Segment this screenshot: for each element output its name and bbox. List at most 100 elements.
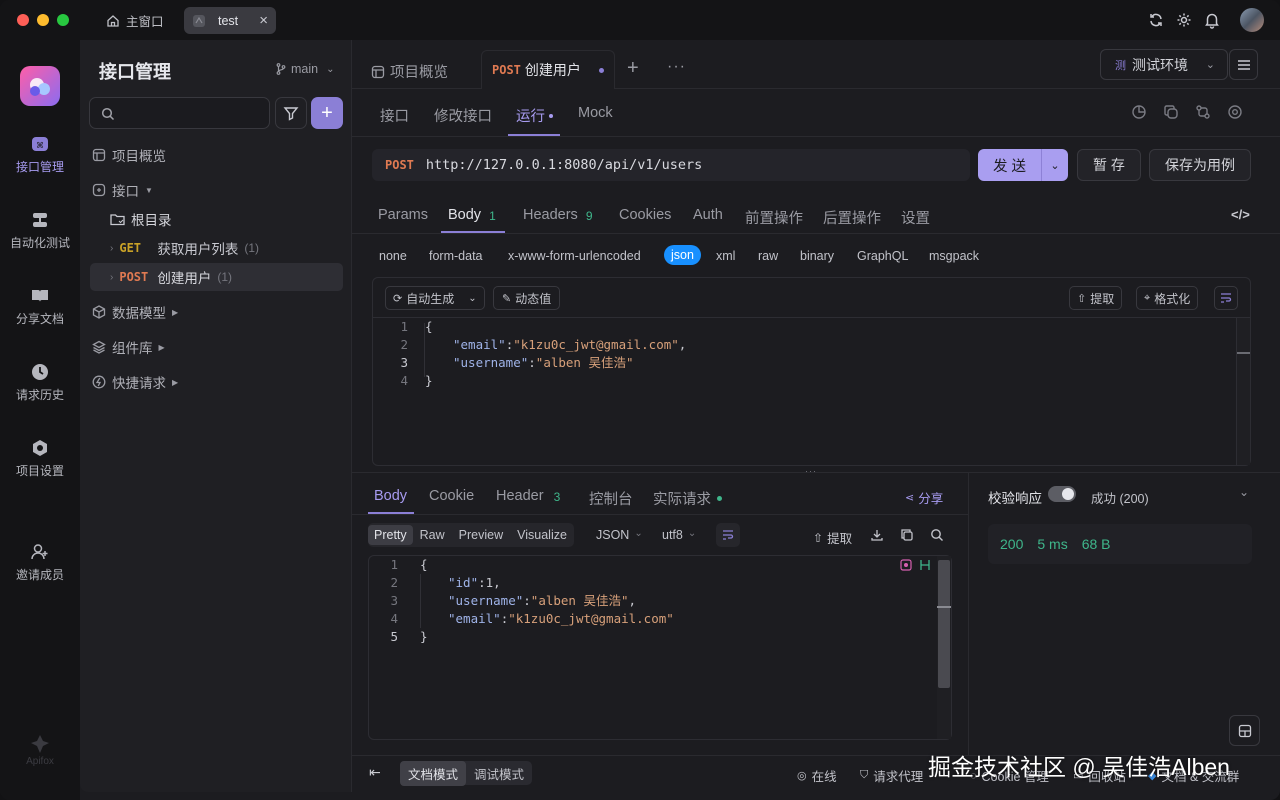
rail-item-share-docs[interactable]: 分享文档 [0,286,80,327]
response-tab-header[interactable]: Header 3 [496,488,560,504]
view-mode-pretty[interactable]: Pretty [368,525,413,545]
save-as-case-button[interactable]: 保存为用例 [1149,149,1251,181]
url-input[interactable]: http://127.0.0.1:8080/api/v1/users [426,157,702,173]
url-bar[interactable]: POST http://127.0.0.1:8080/api/v1/users [372,149,970,181]
tab-body[interactable]: Body 1 [448,207,496,223]
wrap-toggle-button[interactable] [716,523,740,547]
method-select[interactable]: POST [385,158,414,172]
search-icon[interactable] [930,528,944,542]
window-tab-home[interactable]: 主窗口 [98,7,178,34]
wrap-toggle-button[interactable] [1214,286,1238,310]
download-icon[interactable] [870,528,884,542]
code-icon[interactable]: </> [1231,207,1250,222]
tab-cookies[interactable]: Cookies [619,207,671,223]
tree-item-create-user[interactable]: › POST 创建用户 (1) [90,263,343,291]
branch-selector[interactable]: main ⌄ [276,62,334,76]
fold-icon[interactable] [919,559,931,571]
tab-params[interactable]: Params [378,207,428,223]
chevron-down-icon[interactable]: ⌄ [1239,485,1249,499]
tab-post-processors[interactable]: 后置操作 [823,207,881,228]
tab-edit-api[interactable]: 修改接口 [434,105,492,126]
bell-icon[interactable] [1203,11,1221,29]
tab-headers[interactable]: Headers 9 [523,207,593,223]
more-tabs-button[interactable]: ··· [667,58,686,76]
send-options-button[interactable]: ⌄ [1041,149,1068,181]
rail-item-invite[interactable]: 邀请成员 [0,542,80,583]
validate-toggle[interactable] [1048,486,1076,502]
tree-item-quick-request[interactable]: 快捷请求 ▶ [92,370,178,394]
body-type-xml[interactable]: xml [716,249,735,263]
close-window-button[interactable] [17,14,29,26]
view-mode-preview[interactable]: Preview [452,528,510,542]
auto-generate-button[interactable]: ⟳ 自动生成 ⌄ [385,286,485,310]
tree-item-overview[interactable]: 项目概览 [92,143,166,167]
share-button[interactable]: ⋖ 分享 [905,488,943,507]
response-extract-button[interactable]: ⇧ 提取 [813,528,852,547]
tree-item-components[interactable]: 组件库 ▶ [92,335,165,359]
send-button[interactable]: 发 送 [978,149,1041,181]
body-type-graphql[interactable]: GraphQL [857,249,908,263]
body-type-form-data[interactable]: form-data [429,249,483,263]
tab-api[interactable]: 接口 [380,105,409,126]
tab-run[interactable]: 运行 [516,105,553,126]
debug-mode-button[interactable]: 调试模式 [466,764,532,783]
new-tab-button[interactable]: + [627,57,639,80]
avatar[interactable] [1240,8,1264,32]
response-status-select[interactable]: 成功 (200) [1091,488,1149,507]
environment-selector[interactable]: 测 测试环境 ⌄ [1100,49,1228,80]
body-type-none[interactable]: none [379,249,407,263]
response-scrollbar[interactable] [937,556,951,739]
maximize-window-button[interactable] [57,14,69,26]
rail-item-history[interactable]: 请求历史 [0,362,80,403]
tree-item-models[interactable]: 数据模型 ▶ [92,300,178,324]
settings-icon[interactable] [1175,11,1193,29]
copy-icon[interactable] [900,528,914,542]
body-type-urlencoded[interactable]: x-www-form-urlencoded [508,249,641,263]
filter-button[interactable] [275,97,307,129]
editor-scrollbar[interactable] [1236,318,1250,465]
chart-icon[interactable] [1131,104,1147,120]
tab-pre-processors[interactable]: 前置操作 [745,207,803,228]
tab-mock[interactable]: Mock [578,105,613,121]
doc-mode-button[interactable]: 文档模式 [400,760,467,786]
body-type-json[interactable]: json [664,245,701,265]
search-input[interactable] [89,97,270,129]
collapse-sidebar-icon[interactable]: ⇤ [369,764,381,781]
body-type-raw[interactable]: raw [758,249,778,263]
response-tab-console[interactable]: 控制台 [589,488,633,509]
code-generate-icon[interactable] [1195,104,1211,120]
menu-button[interactable] [1229,49,1258,80]
request-proxy[interactable]: ⛉ 请求代理 [860,766,923,785]
doc-tab-overview[interactable]: 项目概览 [371,61,448,82]
response-tab-actual-request[interactable]: 实际请求 [653,488,722,509]
extract-button[interactable]: ⇧ 提取 [1069,286,1123,310]
body-type-msgpack[interactable]: msgpack [929,249,979,263]
gear-icon[interactable] [1227,104,1243,120]
splitter-handle[interactable]: ··· [805,466,817,476]
response-tab-cookie[interactable]: Cookie [429,488,474,504]
format-button[interactable]: ⌖ 格式化 [1136,286,1199,310]
tab-settings[interactable]: 设置 [901,207,930,228]
refresh-icon[interactable] [1147,11,1165,29]
tree-item-interfaces[interactable]: 接口 ▼ [92,178,153,202]
add-button[interactable]: + [311,97,343,129]
save-temp-button[interactable]: 暂 存 [1077,149,1141,181]
tab-auth[interactable]: Auth [693,207,723,223]
tree-item-root[interactable]: 根目录 [110,207,172,231]
online-status[interactable]: ◎ 在线 [797,766,837,785]
response-tab-body[interactable]: Body [374,488,407,504]
encoding-select[interactable]: utf8 ⌄ [662,528,696,542]
copy-icon[interactable] [1163,104,1179,120]
rail-item-project-settings[interactable]: 项目设置 [0,438,80,479]
body-type-binary[interactable]: binary [800,249,834,263]
rail-item-automation[interactable]: 自动化测试 [0,210,80,251]
rail-item-api-management[interactable]: ⌘ 接口管理 [0,134,80,175]
close-tab-icon[interactable]: × [259,12,268,29]
minimize-window-button[interactable] [37,14,49,26]
view-mode-visualize[interactable]: Visualize [510,528,574,542]
view-mode-raw[interactable]: Raw [413,528,452,542]
dynamic-value-button[interactable]: ✎ 动态值 [493,286,561,310]
format-select[interactable]: JSON ⌄ [596,528,643,542]
window-tab-test[interactable]: test × [184,7,276,34]
tree-item-get-users[interactable]: › GET 获取用户列表 (1) [110,236,342,260]
